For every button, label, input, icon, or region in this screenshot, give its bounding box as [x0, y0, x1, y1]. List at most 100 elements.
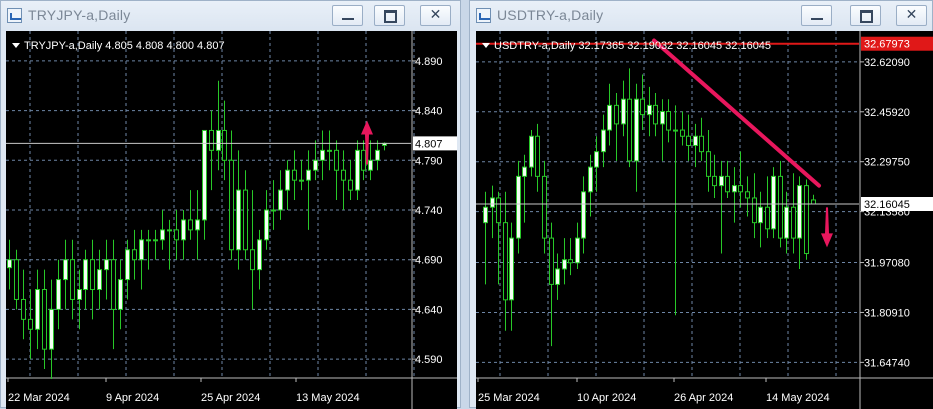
chart-window-usdtry[interactable]: USDTRY-a,Daily 32.62090 32.45920 32.29750 3… [469, 0, 933, 409]
chart-window-tryjpy[interactable]: TRYJPY-a,Daily 4.890 4.840 4.790 4.740 4.690… [0, 0, 461, 409]
candle-body [686, 135, 691, 146]
candle-body [542, 175, 547, 239]
candle-body [509, 237, 514, 301]
candle-body [490, 197, 495, 208]
window-title: TRYJPY-a,Daily [28, 7, 131, 23]
candle-body [660, 111, 665, 125]
candle-body [320, 149, 325, 161]
candle-body [562, 259, 567, 270]
y-tick-label: 32.62090 [864, 57, 910, 69]
candle-body [647, 104, 652, 116]
window-title: USDTRY-a,Daily [497, 7, 604, 23]
close-button[interactable] [420, 5, 451, 26]
candle-body [90, 259, 95, 291]
candle-body [575, 237, 580, 264]
candle-body [778, 175, 783, 239]
x-tick-label: 25 Apr 2024 [201, 392, 260, 404]
candle-body [666, 111, 671, 131]
candle-body [653, 104, 658, 125]
chart-window-icon [7, 8, 22, 23]
candle-body [758, 206, 763, 224]
candle-body [535, 135, 540, 177]
candle-body [355, 149, 360, 191]
maximize-button[interactable] [374, 5, 405, 26]
candle-body [752, 197, 757, 224]
candle-body [285, 169, 290, 191]
candle-body [361, 149, 366, 171]
y-tick-label: 31.97080 [864, 258, 910, 270]
candle-body [640, 98, 645, 116]
y-tick-label: 4.640 [415, 304, 443, 316]
current-price-label: 4.807 [415, 138, 443, 150]
symbol-dropdown-icon [482, 43, 490, 48]
candle-body [712, 175, 717, 187]
candle-body [348, 179, 353, 191]
candle-body [607, 104, 612, 131]
y-tick-label: 4.790 [415, 155, 443, 167]
y-tick-label: 4.590 [415, 354, 443, 366]
x-tick-label: 22 Mar 2024 [8, 392, 70, 404]
y-tick-label: 32.45920 [864, 107, 910, 119]
candle-body [699, 135, 704, 153]
sell-arrow-icon [821, 207, 833, 248]
y-tick-label: 4.740 [415, 205, 443, 217]
candle-body [765, 206, 770, 230]
candle-body [104, 259, 109, 271]
close-button[interactable] [896, 5, 927, 26]
price-chart[interactable]: 4.890 4.840 4.790 4.740 4.690 4.640 4.590 4.807… [6, 31, 457, 409]
candle-body [250, 249, 255, 271]
y-tick-label: 32.29750 [864, 157, 910, 169]
candle-body [634, 98, 639, 162]
candle-body [680, 129, 685, 137]
candlestick-chart[interactable]: 32.6209032.4592032.2975032.1358031.97080… [476, 31, 933, 409]
candle-body [14, 259, 19, 300]
symbol-info-label: USDTRY-a,Daily 32.17365 32.19032 32.1604… [494, 40, 771, 52]
candle-body [503, 222, 508, 301]
candle-body [28, 318, 33, 330]
candle-body [216, 129, 221, 151]
candle-body [529, 135, 534, 168]
candle-body [673, 129, 678, 132]
window-titlebar[interactable]: USDTRY-a,Daily [470, 1, 932, 31]
x-tick-label: 9 Apr 2024 [106, 392, 159, 404]
maximize-button[interactable] [850, 5, 881, 26]
candle-body [243, 189, 248, 251]
candle-body [167, 229, 172, 232]
candle-body [132, 249, 137, 261]
x-tick-label: 13 May 2024 [296, 392, 360, 404]
candle-body [264, 209, 269, 241]
candle-body [97, 269, 102, 291]
candle-body [35, 289, 40, 330]
window-titlebar[interactable]: TRYJPY-a,Daily [1, 1, 460, 31]
candle-body [306, 169, 311, 181]
candle-body [549, 237, 554, 285]
x-tick-label: 10 Apr 2024 [577, 392, 636, 404]
current-price-label: 32.16045 [864, 199, 910, 211]
candle-body [21, 298, 26, 320]
price-chart[interactable]: 32.62090 32.45920 32.29750 32.13580 31.97080… [476, 31, 933, 409]
candle-body [188, 219, 193, 231]
x-tick-label: 14 May 2024 [766, 392, 830, 404]
candle-body [42, 289, 47, 350]
candle-body [375, 149, 380, 161]
candle-body [146, 239, 151, 242]
y-tick-label: 4.840 [415, 106, 443, 118]
y-tick-label: 31.64740 [864, 357, 910, 369]
candle-body [516, 175, 521, 239]
candle-body [594, 151, 599, 168]
candle-body [139, 239, 144, 261]
candlestick-chart[interactable]: 4.890 4.840 4.790 4.740 4.690 4.640 4.590 4.807… [6, 31, 457, 409]
x-tick-label: 26 Apr 2024 [674, 392, 733, 404]
candle-body [125, 249, 130, 281]
minimize-button[interactable] [332, 5, 363, 26]
candle-body [271, 209, 276, 212]
candle-body [209, 129, 214, 151]
minimize-button[interactable] [801, 5, 832, 26]
candle-body [738, 185, 743, 193]
candle-body [706, 151, 711, 177]
symbol-dropdown-icon [12, 43, 20, 48]
candle-body [568, 259, 573, 264]
candle-body [745, 191, 750, 199]
candle-body [222, 129, 227, 161]
candle-body [621, 98, 626, 125]
